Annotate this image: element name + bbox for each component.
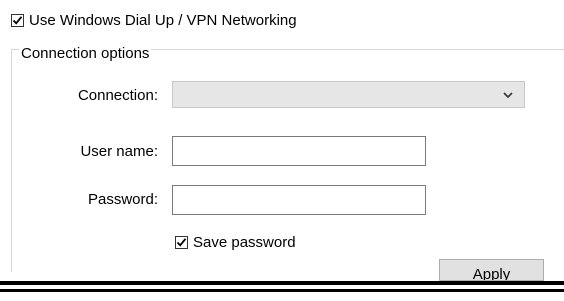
use-dialup-vpn-checkbox[interactable] (11, 14, 24, 27)
password-input[interactable] (172, 185, 426, 215)
apply-button[interactable]: Apply (439, 259, 544, 281)
use-dialup-vpn-checkbox-row[interactable]: Use Windows Dial Up / VPN Networking (11, 12, 297, 29)
save-password-checkbox[interactable] (175, 236, 188, 249)
username-label: User name: (80, 143, 158, 160)
bottom-divider-thin (0, 289, 564, 292)
username-input[interactable] (172, 136, 426, 166)
save-password-label: Save password (193, 234, 296, 251)
password-label: Password: (87, 191, 158, 208)
checkmark-icon (12, 16, 23, 25)
connection-options-title: Connection options (19, 45, 152, 62)
checkmark-icon (176, 238, 187, 247)
connection-select[interactable] (172, 81, 525, 108)
chevron-down-icon (503, 92, 513, 99)
use-dialup-vpn-label: Use Windows Dial Up / VPN Networking (29, 12, 297, 29)
connection-label: Connection: (77, 87, 158, 104)
save-password-checkbox-row[interactable]: Save password (175, 234, 296, 251)
bottom-divider-thick (0, 281, 564, 285)
